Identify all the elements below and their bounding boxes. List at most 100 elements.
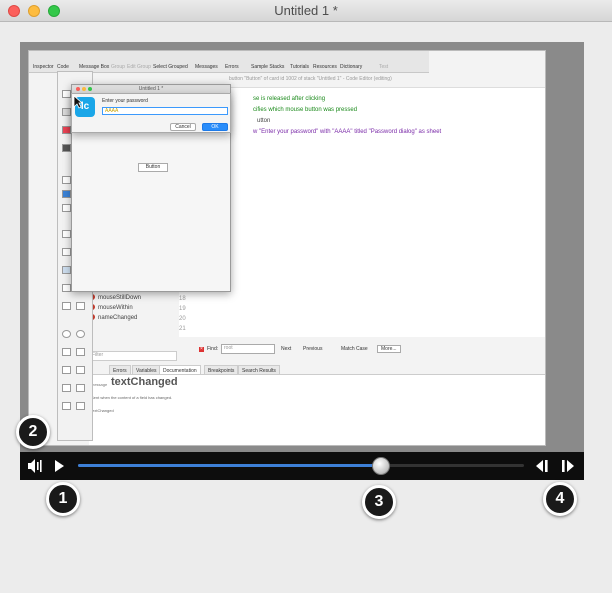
- code-line-ask: w "Enter your password" with "AAAA" titl…: [253, 129, 442, 135]
- callout-2: 2: [16, 415, 50, 449]
- find-previous: Previous: [303, 346, 323, 352]
- toolbar-item-code: Code: [57, 64, 69, 70]
- pointer-tool-icon: [62, 90, 71, 98]
- palette-tool-icon: [62, 266, 71, 274]
- find-more-button: More...: [377, 345, 401, 353]
- list-item: nameChanged: [89, 313, 179, 323]
- title-bar: Untitled 1 *: [0, 0, 612, 22]
- doc-entry-title: textChanged: [111, 376, 178, 388]
- palette-tool-icon: [62, 366, 71, 374]
- find-label: Find:: [207, 346, 219, 352]
- callout-4: 4: [543, 482, 577, 516]
- documentation-pane: message textChanged Sent when the conten…: [89, 375, 545, 445]
- palette-tool-icon: [62, 144, 71, 152]
- line-tool-icon: [62, 348, 71, 356]
- code-editor: se is released after clicking cifies whi…: [179, 87, 545, 337]
- stack-button: Button: [138, 163, 168, 172]
- polygon-tool-icon: [76, 348, 85, 356]
- oval-tool-icon: [76, 330, 85, 338]
- callout-3: 3: [362, 485, 396, 519]
- toolbar-item-test: Test: [379, 64, 389, 70]
- toolbar-item-errors: Errors: [225, 64, 239, 70]
- callout-1: 1: [46, 482, 80, 516]
- line-number: 18: [179, 296, 186, 302]
- find-next: Next: [281, 346, 292, 352]
- line-number: 21: [179, 326, 186, 332]
- line-number: 20: [179, 316, 186, 322]
- code-line-handler: utton: [257, 118, 271, 124]
- field-tool-icon: [62, 204, 71, 212]
- next-frame-button[interactable]: [560, 452, 576, 480]
- close-find-icon: ×: [199, 346, 204, 352]
- toolbar-item-group: Group: [111, 64, 125, 70]
- dialog-cancel-button: Cancel: [170, 123, 196, 131]
- palette-tool-icon: [76, 302, 85, 310]
- tab-variables: Variables: [132, 365, 161, 375]
- dialog-prompt: Enter your password: [102, 98, 148, 104]
- palette-tool-icon: [62, 126, 71, 134]
- tab-breakpoints: Breakpoints: [204, 365, 239, 375]
- default-button-tool-icon: [62, 190, 71, 198]
- palette-row: [62, 348, 90, 358]
- oval-tool-icon: [62, 330, 71, 338]
- code-line-comment-2: cifies which mouse button was pressed: [253, 107, 358, 113]
- toolbar-item-tutorials: Tutorials: [290, 64, 309, 70]
- doc-entry-description: Sent when the content of a field has cha…: [91, 395, 173, 400]
- previous-frame-button[interactable]: [534, 452, 550, 480]
- find-input: root: [221, 344, 275, 354]
- brush-tool-icon: [76, 384, 85, 392]
- handler-label: nameChanged: [98, 315, 138, 321]
- doc-entry-kind: message: [91, 382, 108, 387]
- handler-label: mouseStillDown: [98, 295, 142, 301]
- stack-title: Untitled 1 *: [138, 86, 164, 92]
- progress-track[interactable]: [78, 464, 524, 467]
- toolbar-item-messages: Messages: [195, 64, 218, 70]
- palette-row: [62, 330, 90, 340]
- palette-tool-icon: [62, 302, 71, 310]
- palette-tool-icon: [62, 248, 71, 256]
- toolbar-item-message-box: Message Box: [79, 64, 110, 70]
- player-window: Untitled 1 * Inspector Code Message Box …: [0, 0, 612, 593]
- match-case-label: Match Case: [341, 346, 368, 352]
- scrubber-handle[interactable]: [372, 457, 391, 475]
- code-line-comment-1: se is released after clicking: [253, 96, 326, 102]
- progress-fill: [78, 464, 382, 467]
- eraser-tool-icon: [76, 402, 85, 410]
- list-item: mouseWithin: [89, 303, 179, 313]
- tab-documentation: Documentation: [159, 365, 201, 375]
- doc-entry-syntax: textChanged: [91, 408, 114, 413]
- palette-row: [62, 402, 90, 412]
- mouse-cursor-icon: [73, 95, 83, 109]
- label-tool-icon: [62, 230, 71, 238]
- toolbar-item-inspector: Inspector: [33, 64, 54, 70]
- palette-row: [62, 302, 90, 312]
- toolbar-item-dictionary: Dictionary: [340, 64, 363, 70]
- code-editor-title: button "Button" of card id 1002 of stack…: [229, 76, 392, 82]
- pencil-tool-icon: [62, 384, 71, 392]
- toolbar-item-sample-stacks: Sample Stacks: [251, 64, 285, 70]
- toolbar-item-edit-group: Edit Group: [127, 64, 151, 70]
- handler-filter-field: Filter: [89, 351, 177, 361]
- list-item: mouseStillDown: [89, 293, 179, 303]
- tab-search-results: Search Results: [238, 365, 280, 375]
- palette-row: [62, 366, 90, 376]
- bucket-tool-icon: [62, 402, 71, 410]
- player-controls: [20, 452, 584, 480]
- volume-button[interactable]: [26, 452, 44, 480]
- screenshot-app: Inspector Code Message Box Group Edit Gr…: [28, 50, 546, 446]
- toolbar-item-resources: Resources: [313, 64, 337, 70]
- find-bar: × Find: root Next Previous Match Case Mo…: [179, 343, 545, 357]
- line-number: 19: [179, 306, 186, 312]
- password-dialog: lc Enter your password AAAA Cancel OK: [71, 93, 231, 133]
- dialog-ok-button: OK: [202, 123, 228, 131]
- toolbar-item-select-grouped: Select Grouped: [153, 64, 188, 70]
- handler-label: mouseWithin: [98, 305, 133, 311]
- palette-tool-icon: [62, 284, 71, 292]
- palette-tool-icon: [62, 108, 71, 116]
- window-title: Untitled 1 *: [274, 3, 338, 18]
- password-field: AAAA: [102, 107, 228, 115]
- documentation-tabs: Errors Variables Documentation Breakpoin…: [89, 365, 545, 375]
- button-tool-icon: [62, 176, 71, 184]
- tab-errors: Errors: [109, 365, 131, 375]
- play-button[interactable]: [52, 452, 66, 480]
